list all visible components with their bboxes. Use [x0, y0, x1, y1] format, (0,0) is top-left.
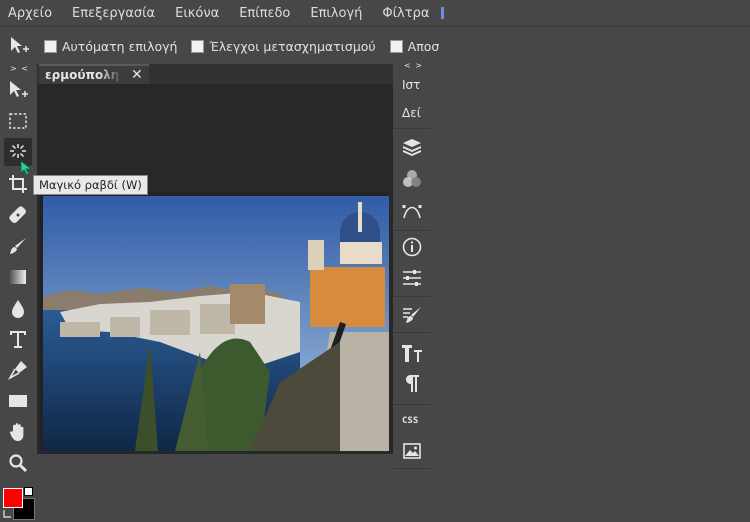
pen-tool[interactable]	[4, 356, 32, 384]
tool-tooltip: Μαγικό ραβδί (W)	[33, 175, 148, 195]
document-tab[interactable]: ερμούπολη ✕	[39, 64, 149, 84]
adjustments-icon[interactable]	[401, 267, 423, 289]
menu-filter[interactable]: Φίλτρα	[372, 6, 439, 21]
info-icon[interactable]	[401, 236, 423, 258]
swatches-panel-tab[interactable]: Δεί	[402, 106, 421, 120]
gradient-tool[interactable]	[4, 263, 32, 291]
menu-select[interactable]: Επιλογή	[300, 6, 372, 21]
panel-separator	[393, 296, 431, 297]
transform-controls-box[interactable]	[191, 39, 205, 53]
tools-panel: > <	[0, 64, 37, 522]
color-swatches	[0, 486, 37, 522]
brushes-icon[interactable]	[401, 304, 423, 326]
history-panel-tab[interactable]: Ιστ	[402, 78, 420, 92]
zoom-tool[interactable]	[4, 449, 32, 477]
transform-controls-checkbox[interactable]: Έλεγχοι μετασχηματισμού	[191, 38, 376, 54]
auto-select-label: Αυτόματη επιλογή	[62, 38, 178, 54]
distances-checkbox[interactable]: Αποσ	[389, 38, 440, 54]
menu-bar: Αρχείο Επεξεργασία Εικόνα Επίπεδο Επιλογ…	[0, 0, 750, 26]
hand-icon	[9, 423, 24, 441]
character-icon[interactable]	[401, 342, 423, 364]
text-tool[interactable]	[4, 325, 32, 353]
canvas-below-area	[37, 454, 393, 522]
distances-label: Αποσ	[407, 38, 440, 54]
paths-icon[interactable]	[401, 200, 423, 222]
move-icon	[10, 81, 28, 97]
marquee-tool[interactable]	[4, 107, 32, 135]
healing-tool[interactable]	[4, 201, 32, 229]
panel-separator	[393, 332, 431, 333]
distances-box[interactable]	[389, 39, 403, 53]
crop-tool[interactable]	[4, 170, 32, 198]
layers-icon[interactable]	[401, 136, 423, 158]
move-tool[interactable]	[4, 76, 32, 104]
menu-image[interactable]: Εικόνα	[165, 6, 229, 21]
hand-tool[interactable]	[4, 418, 32, 446]
menu-overflow-indicator	[441, 7, 445, 19]
menu-edit[interactable]: Επεξεργασία	[62, 6, 165, 21]
transform-controls-label: Έλεγχοι μετασχηματισμού	[209, 38, 376, 54]
move-tool-icon[interactable]	[8, 35, 30, 57]
panel-separator	[393, 468, 431, 469]
healing-icon	[9, 206, 26, 223]
panel-separator	[393, 128, 431, 129]
document-tab-bar: ερμούπολη ✕	[37, 64, 393, 84]
canvas-image[interactable]	[40, 192, 389, 451]
right-panel-collapse[interactable]: < >	[404, 61, 423, 70]
right-panel-dock: < > Ιστ Δεί CSS	[393, 61, 431, 522]
crop-icon	[9, 175, 27, 193]
blur-tool[interactable]	[4, 294, 32, 322]
blur-icon	[12, 300, 24, 318]
text-icon	[10, 331, 26, 348]
options-bar: Αυτόματη επιλογή Έλεγχοι μετασχηματισμού…	[0, 26, 750, 65]
brush-icon	[10, 238, 26, 254]
menu-file[interactable]: Αρχείο	[0, 6, 62, 21]
panel-area	[431, 64, 750, 522]
auto-select-box[interactable]	[44, 39, 57, 53]
document-area: ερμούπολη ✕ Μαγικό ραβδί (W)	[33, 64, 393, 522]
shape-icon	[9, 395, 27, 407]
foreground-color-swatch[interactable]	[3, 488, 23, 508]
close-tab-icon[interactable]: ✕	[131, 67, 143, 83]
panel-separator	[393, 404, 431, 405]
left-panel-collapse[interactable]: > <	[10, 64, 29, 73]
channels-icon[interactable]	[401, 168, 423, 190]
swap-colors-icon[interactable]	[2, 509, 12, 519]
css-panel-tab[interactable]: CSS	[402, 416, 418, 426]
shape-tool[interactable]	[4, 387, 32, 415]
document-tab-title: ερμούπολη	[45, 68, 120, 82]
image-icon[interactable]	[401, 440, 423, 462]
pen-icon	[7, 361, 27, 381]
zoom-icon	[9, 454, 28, 473]
gradient-icon	[10, 270, 26, 284]
brush-tool[interactable]	[4, 232, 32, 260]
default-colors-icon[interactable]	[24, 487, 33, 496]
menu-layer[interactable]: Επίπεδο	[229, 6, 300, 21]
auto-select-checkbox[interactable]: Αυτόματη επιλογή	[44, 39, 177, 54]
marquee-icon	[9, 113, 27, 129]
paragraph-icon[interactable]	[401, 372, 423, 394]
panel-separator	[393, 230, 431, 231]
